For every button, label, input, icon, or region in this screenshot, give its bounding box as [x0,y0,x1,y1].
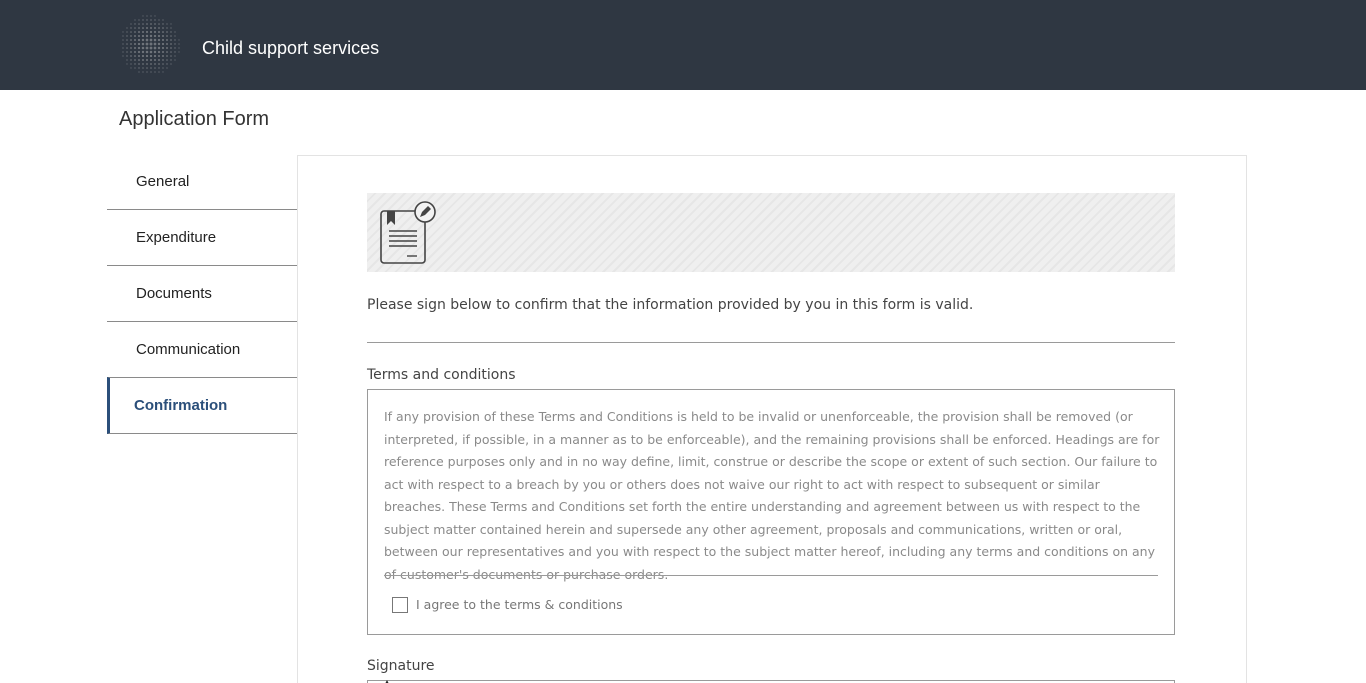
sidebar-item-communication[interactable]: Communication [107,322,297,378]
page-title: Application Form [119,108,270,130]
app-header: Child support services [0,0,1366,90]
signature-label: Signature [367,658,435,674]
sidebar-nav: General Expenditure Documents Communicat… [107,154,297,434]
sidebar-item-expenditure[interactable]: Expenditure [107,210,297,266]
confirmation-intro-text: Please sign below to confirm that the in… [367,297,974,313]
terms-label: Terms and conditions [367,367,516,383]
section-divider [367,342,1175,343]
terms-divider [384,575,1158,576]
dotted-sphere-logo [122,15,180,73]
confirmation-banner [367,193,1175,272]
sidebar-item-documents[interactable]: Documents [107,266,297,322]
confirmation-panel: Please sign below to confirm that the in… [297,155,1247,683]
app-title: Child support services [202,38,380,58]
document-edit-icon [380,201,436,264]
terms-text: If any provision of these Terms and Cond… [384,409,1160,582]
agree-terms-label[interactable]: I agree to the terms & conditions [416,597,623,612]
agree-terms-checkbox[interactable] [392,597,408,613]
terms-box: If any provision of these Terms and Cond… [367,389,1175,635]
sidebar-item-confirmation[interactable]: Confirmation [107,377,297,434]
sidebar-item-general[interactable]: General [107,154,297,210]
